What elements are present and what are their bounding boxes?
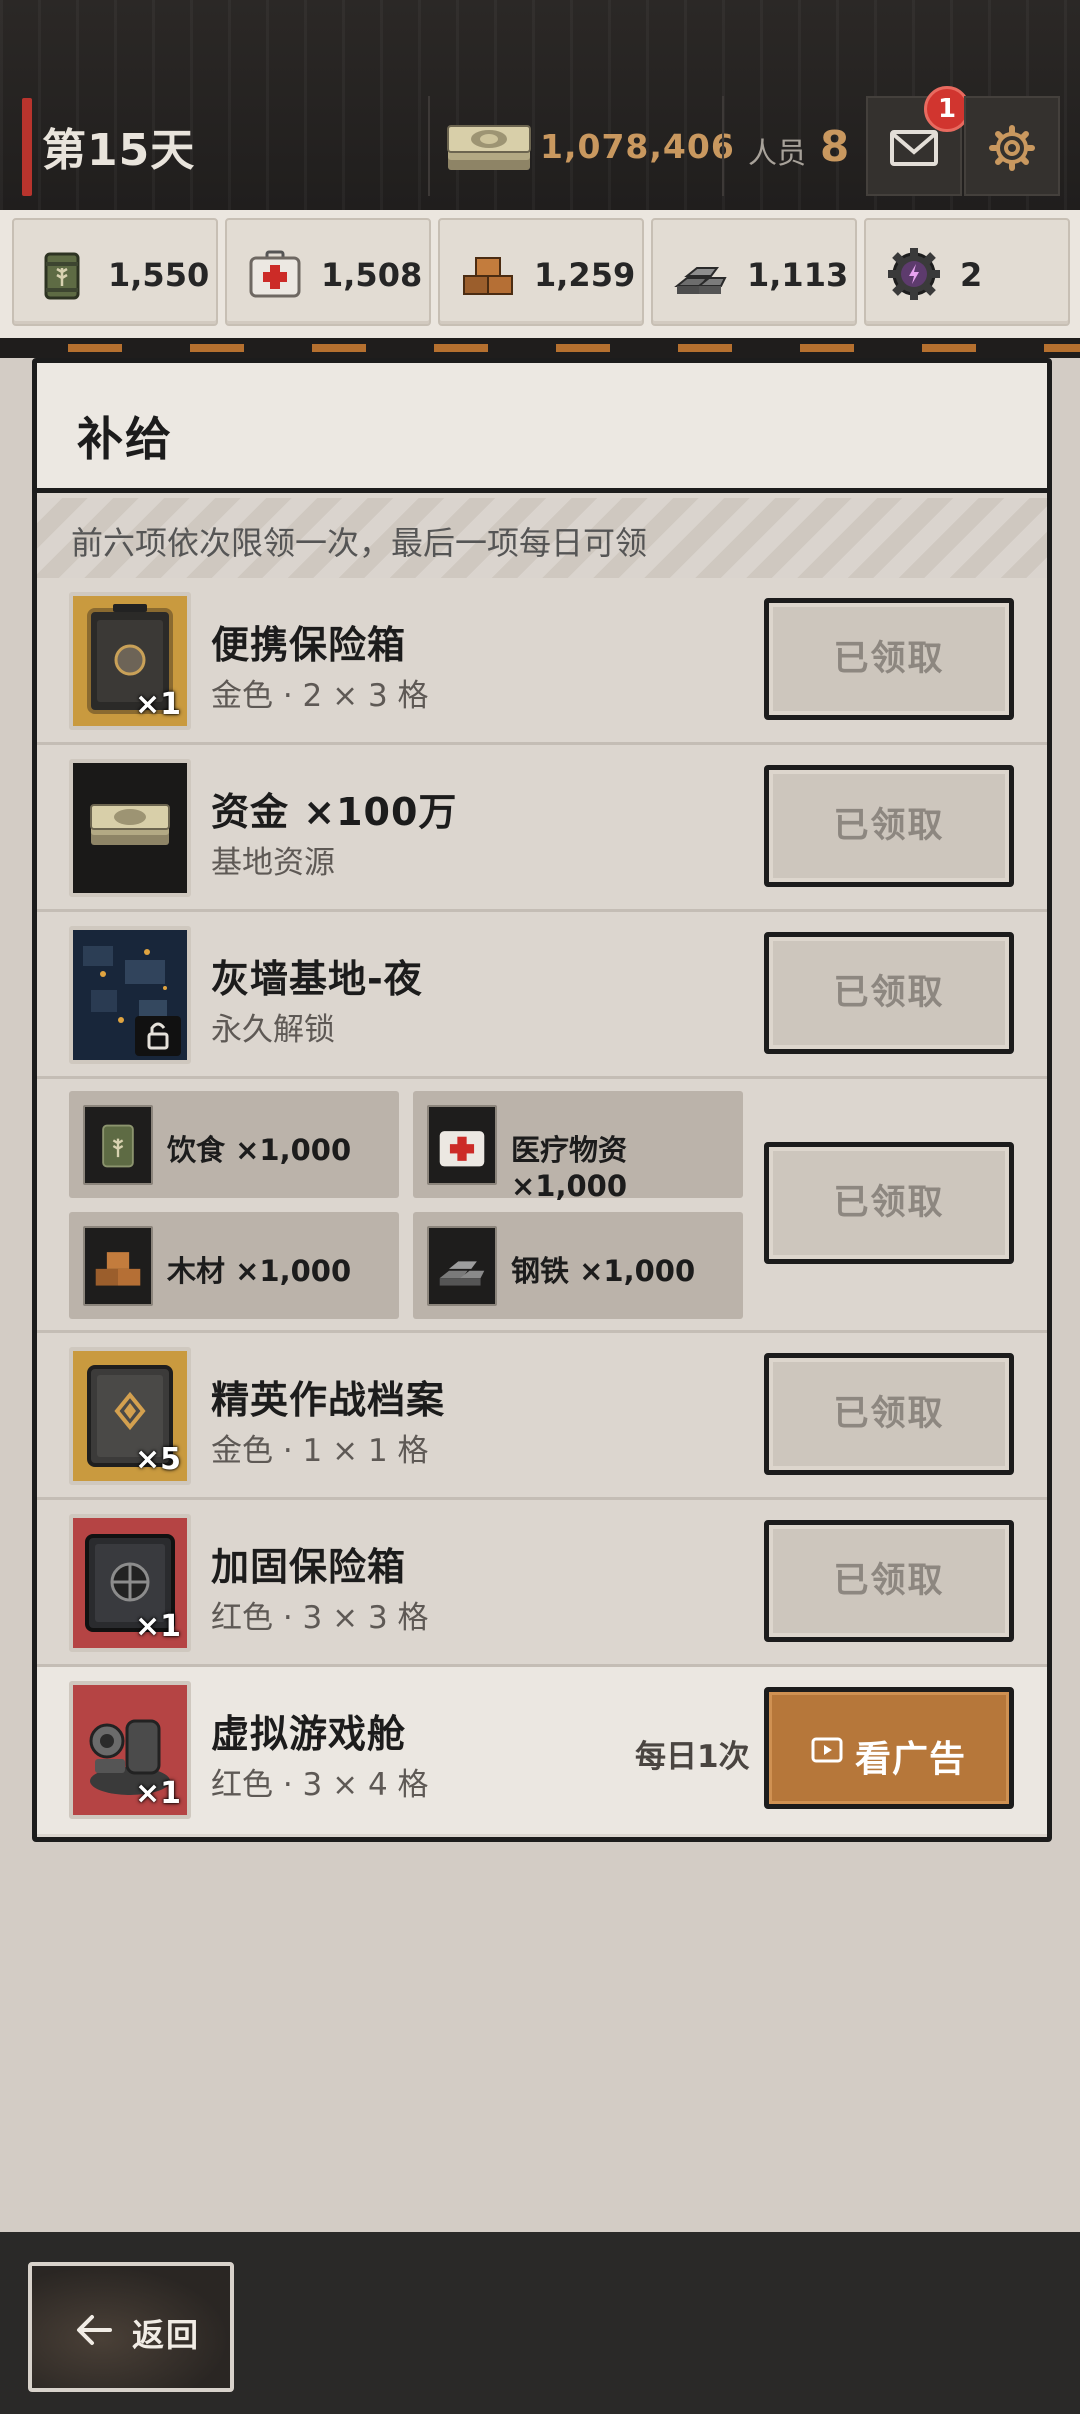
medical-value: 1,508 bbox=[321, 256, 423, 294]
back-button[interactable]: 返回 bbox=[28, 2262, 234, 2392]
item-subtitle: 金色 · 1 × 1 格 bbox=[211, 1433, 429, 1469]
staff-label: 人员 bbox=[748, 136, 807, 170]
claimed-button[interactable]: 已领取 bbox=[764, 932, 1014, 1054]
item-subtitle: 永久解锁 bbox=[211, 1012, 335, 1048]
claimed-button[interactable]: 已领取 bbox=[764, 1353, 1014, 1475]
panel-header: 补给 bbox=[37, 363, 1047, 493]
item-subtitle: 红色 · 3 × 3 格 bbox=[211, 1600, 429, 1636]
medical-icon bbox=[249, 250, 301, 298]
watch-ad-button[interactable]: 看广告 bbox=[764, 1687, 1014, 1809]
item-name: 灰墙基地-夜 bbox=[211, 957, 423, 1001]
bundle-item-medical: 医疗物资 ×1,000 bbox=[413, 1091, 743, 1203]
staff-count: 8 bbox=[820, 122, 850, 171]
item-thumbnail: ×1 bbox=[69, 1514, 191, 1652]
money-amount: 1,078,406 bbox=[540, 127, 735, 166]
bundle-item-label: 钢铁 ×1,000 bbox=[511, 1254, 696, 1288]
item-subtitle: 金色 · 2 × 3 格 bbox=[211, 678, 429, 714]
back-label: 返回 bbox=[132, 2316, 201, 2354]
reward-row: ×1 加固保险箱 红色 · 3 × 3 格 已领取 bbox=[37, 1500, 1047, 1667]
day-accent-bar bbox=[22, 98, 32, 196]
steel-icon bbox=[674, 267, 727, 294]
wood-icon bbox=[83, 1226, 153, 1306]
item-quantity: ×1 bbox=[134, 1776, 181, 1811]
item-thumbnail: ×1 bbox=[69, 1681, 191, 1819]
resource-medical[interactable]: 1,508 bbox=[225, 218, 431, 326]
steel-value: 1,113 bbox=[747, 256, 849, 294]
wood-value: 1,259 bbox=[534, 256, 636, 294]
food-value: 1,550 bbox=[108, 256, 210, 294]
day-counter: 第15天 bbox=[42, 125, 196, 176]
gear-token-value: 2 bbox=[960, 256, 983, 294]
gear-icon bbox=[989, 125, 1035, 171]
item-name: 虚拟游戏舱 bbox=[211, 1712, 407, 1756]
reward-row-daily: ×1 虚拟游戏舱 红色 · 3 × 4 格 每日1次 看广告 bbox=[37, 1667, 1047, 1834]
settings-button[interactable] bbox=[964, 96, 1060, 196]
item-name: 精英作战档案 bbox=[211, 1378, 446, 1422]
bundle-item-label: 医疗物资 ×1,000 bbox=[511, 1133, 628, 1203]
notice-text: 前六项依次限领一次，最后一项每日可领 bbox=[71, 524, 648, 562]
notice-banner: 前六项依次限领一次，最后一项每日可领 bbox=[37, 498, 1047, 578]
item-thumbnail bbox=[69, 926, 191, 1064]
resource-food[interactable]: 1,550 bbox=[12, 218, 218, 326]
night-base-icon bbox=[73, 930, 187, 1060]
reward-row: 资金 ×100万 基地资源 已领取 bbox=[37, 745, 1047, 912]
divider bbox=[722, 96, 724, 196]
arrow-left-icon bbox=[77, 2315, 112, 2345]
resource-bar: 1,550 1,508 1,259 1,113 2 bbox=[0, 210, 1080, 340]
divider bbox=[428, 96, 430, 196]
cash-stack-icon bbox=[447, 125, 531, 170]
gear-token-icon bbox=[888, 248, 940, 300]
reward-row: ×1 便携保险箱 金色 · 2 × 3 格 已领取 bbox=[37, 578, 1047, 745]
hazard-stripe bbox=[0, 338, 1080, 358]
resource-gear-token[interactable]: 2 bbox=[864, 218, 1070, 326]
video-play-icon bbox=[811, 1737, 843, 1763]
bundle-item-label: 木材 ×1,000 bbox=[167, 1254, 352, 1288]
claimed-button[interactable]: 已领取 bbox=[764, 598, 1014, 720]
item-name: 便携保险箱 bbox=[211, 623, 407, 667]
item-thumbnail: ×5 bbox=[69, 1347, 191, 1485]
bundle-item-label: 饮食 ×1,000 bbox=[167, 1133, 352, 1167]
item-subtitle: 红色 · 3 × 4 格 bbox=[211, 1767, 429, 1803]
claimed-button[interactable]: 已领取 bbox=[764, 1520, 1014, 1642]
resource-steel[interactable]: 1,113 bbox=[651, 218, 857, 326]
bundle-item-wood: 木材 ×1,000 bbox=[69, 1212, 399, 1319]
item-quantity: ×1 bbox=[134, 1609, 181, 1644]
reward-row: ×5 精英作战档案 金色 · 1 × 1 格 已领取 bbox=[37, 1333, 1047, 1500]
resource-wood[interactable]: 1,259 bbox=[438, 218, 644, 326]
steel-icon bbox=[427, 1226, 497, 1306]
reward-row-bundle: 饮食 ×1,000 医疗物资 ×1,000 木材 ×1,000 钢铁 ×1,00… bbox=[37, 1079, 1047, 1333]
food-icon bbox=[83, 1105, 153, 1185]
reward-row: 灰墙基地-夜 永久解锁 已领取 bbox=[37, 912, 1047, 1079]
claimed-button[interactable]: 已领取 bbox=[764, 1142, 1014, 1264]
item-thumbnail: ×1 bbox=[69, 592, 191, 730]
item-name: 加固保险箱 bbox=[211, 1545, 407, 1589]
watch-ad-label: 看广告 bbox=[855, 1739, 967, 1780]
top-bar: 第15天 1,078,406 人员 8 1 bbox=[0, 0, 1080, 210]
food-icon bbox=[44, 252, 80, 300]
medical-icon bbox=[427, 1105, 497, 1185]
supply-panel: 补给 前六项依次限领一次，最后一项每日可领 ×1 便携保险箱 金色 · 2 × … bbox=[32, 358, 1052, 1842]
claimed-button[interactable]: 已领取 bbox=[764, 765, 1014, 887]
bundle-item-food: 饮食 ×1,000 bbox=[69, 1091, 399, 1198]
wood-icon bbox=[463, 257, 513, 295]
item-name: 资金 ×100万 bbox=[211, 790, 458, 834]
panel-title: 补给 bbox=[77, 412, 173, 466]
bundle-item-steel: 钢铁 ×1,000 bbox=[413, 1212, 743, 1319]
item-subtitle: 基地资源 bbox=[211, 845, 335, 881]
cash-stack-icon bbox=[73, 763, 187, 893]
mail-icon bbox=[890, 130, 938, 166]
item-thumbnail bbox=[69, 759, 191, 897]
daily-limit-label: 每日1次 bbox=[635, 1739, 750, 1775]
item-quantity: ×1 bbox=[134, 687, 181, 722]
bottom-bar: 返回 bbox=[0, 2232, 1080, 2414]
item-quantity: ×5 bbox=[134, 1442, 181, 1477]
